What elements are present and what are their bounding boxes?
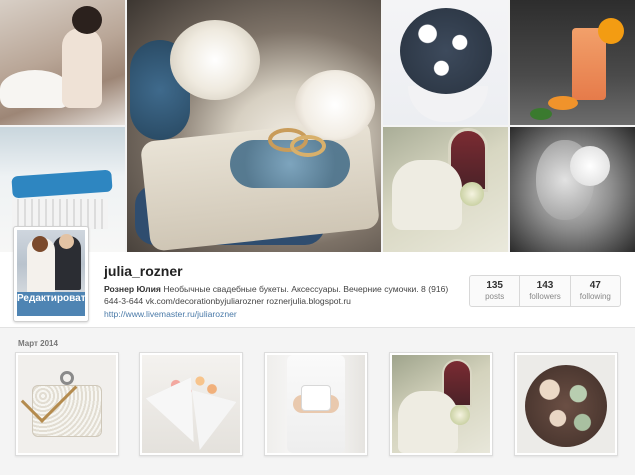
website-link[interactable]: http://www.livemaster.ru/juliarozner	[104, 309, 237, 319]
stat-followers[interactable]: 143 followers	[520, 276, 571, 306]
stat-value: 47	[589, 280, 601, 291]
photo-detail	[290, 135, 326, 157]
feed-month-label: Март 2014	[18, 339, 58, 348]
photo-detail	[570, 146, 610, 186]
photo-detail	[170, 20, 260, 100]
photo-image	[267, 355, 365, 453]
photo-image	[18, 355, 116, 453]
photo-image	[392, 355, 490, 453]
stat-value: 135	[486, 280, 503, 291]
username: julia_rozner	[104, 263, 183, 279]
feed-photo-petal-cones[interactable]	[139, 352, 243, 456]
edit-profile-button[interactable]: Редактировать профиль	[17, 292, 85, 316]
photo-detail	[32, 236, 48, 252]
photo-detail	[59, 234, 74, 249]
header-photo-cocktail[interactable]	[510, 0, 635, 125]
feed-photo-bride-purse[interactable]	[264, 352, 368, 456]
header-photo-portrait[interactable]	[510, 127, 635, 252]
photo-detail	[450, 405, 470, 425]
instagram-profile-page: Редактировать профиль julia_rozner Розне…	[0, 0, 635, 475]
stat-label: posts	[485, 292, 505, 301]
photo-image	[142, 355, 240, 453]
photo-detail	[0, 70, 70, 108]
header-photo-lingerie[interactable]	[0, 0, 125, 125]
photo-detail	[400, 8, 492, 94]
photo-detail	[11, 169, 113, 199]
photo-detail	[127, 0, 381, 252]
stat-label: followers	[529, 292, 561, 301]
stat-posts[interactable]: 135 posts	[470, 276, 521, 306]
header-photo-ring-pillow[interactable]	[127, 0, 381, 252]
photo-detail	[62, 28, 102, 108]
photo-detail	[12, 199, 108, 229]
bio-name: Рознер Юлия	[104, 284, 161, 294]
photo-detail	[598, 18, 624, 44]
photo-detail	[548, 96, 578, 110]
photo-detail	[398, 391, 458, 453]
photo-detail	[295, 70, 375, 140]
profile-stats: 135 posts 143 followers 47 following	[469, 275, 621, 307]
header-photo-blue-bouquet[interactable]	[383, 0, 508, 125]
photo-detail	[525, 365, 607, 447]
avatar[interactable]: Редактировать профиль	[13, 226, 89, 322]
photo-detail	[460, 182, 484, 206]
header-photo-bride-window[interactable]	[383, 127, 508, 252]
feed-photo-bride-window[interactable]	[389, 352, 493, 456]
stat-label: following	[579, 292, 611, 301]
bio: Рознер Юлия Необычные свадебные букеты. …	[104, 283, 454, 307]
avatar-image: Редактировать профиль	[17, 230, 85, 316]
photo-detail	[530, 108, 552, 120]
feed-photo-bouquet[interactable]	[514, 352, 618, 456]
photo-detail	[301, 385, 331, 411]
feed-photo-clutch[interactable]	[15, 352, 119, 456]
stat-following[interactable]: 47 following	[571, 276, 620, 306]
photo-image	[517, 355, 615, 453]
photo-detail	[72, 6, 102, 34]
photo-detail	[392, 160, 462, 230]
stat-value: 143	[536, 280, 554, 291]
